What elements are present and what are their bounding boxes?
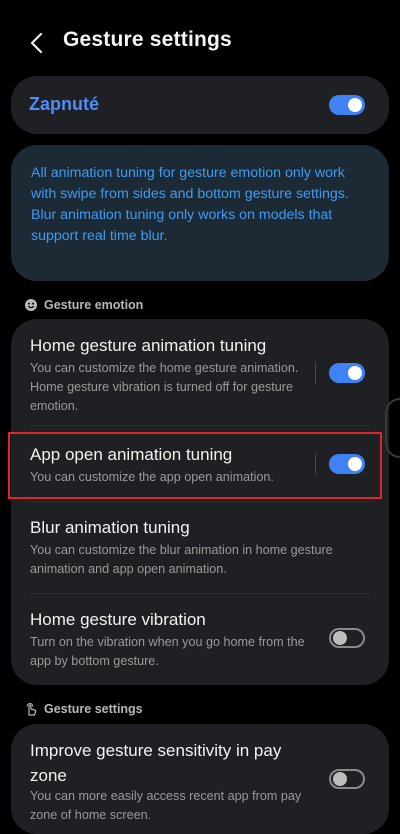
smiley-icon bbox=[25, 299, 37, 311]
master-toggle[interactable] bbox=[329, 95, 365, 115]
master-switch-label: Zapnuté bbox=[29, 94, 99, 114]
setting-title: Home gesture vibration bbox=[30, 610, 206, 629]
toggle-knob bbox=[348, 366, 362, 380]
setting-row-home-gesture-animation[interactable]: Home gesture animation tuning You can cu… bbox=[11, 319, 389, 425]
edge-panel-handle[interactable] bbox=[385, 398, 400, 458]
page-title: Gesture settings bbox=[63, 28, 232, 51]
home-gesture-vibration-toggle[interactable] bbox=[329, 628, 365, 648]
setting-row-blur-animation[interactable]: Blur animation tuning You can customize … bbox=[11, 501, 389, 593]
gesture-hand-icon bbox=[26, 703, 37, 716]
toggle-knob bbox=[348, 98, 362, 112]
setting-title: Improve gesture sensitivity in pay zone bbox=[30, 741, 282, 785]
gesture-settings-group: Improve gesture sensitivity in pay zone … bbox=[11, 724, 389, 834]
setting-row-pay-zone-sensitivity[interactable]: Improve gesture sensitivity in pay zone … bbox=[11, 724, 389, 834]
app-header: Gesture settings bbox=[0, 0, 400, 84]
setting-description: Turn on the vibration when you go home f… bbox=[30, 635, 305, 668]
setting-description: You can customize the blur animation in … bbox=[30, 543, 333, 576]
setting-row-home-gesture-vibration[interactable]: Home gesture vibration Turn on the vibra… bbox=[11, 593, 389, 685]
setting-description: You can customize the home gesture anima… bbox=[30, 361, 299, 413]
section-title: Gesture emotion bbox=[44, 298, 144, 312]
pay-zone-sensitivity-toggle[interactable] bbox=[329, 769, 365, 789]
home-gesture-animation-toggle[interactable] bbox=[329, 363, 365, 383]
toggle-knob bbox=[333, 772, 347, 786]
back-arrow-icon[interactable] bbox=[26, 31, 48, 55]
vertical-separator bbox=[315, 362, 316, 384]
info-card: All animation tuning for gesture emotion… bbox=[11, 145, 389, 281]
setting-title: Home gesture animation tuning bbox=[30, 336, 267, 355]
section-title: Gesture settings bbox=[44, 702, 143, 716]
section-header-gesture-emotion: Gesture emotion bbox=[24, 296, 143, 314]
setting-title: Blur animation tuning bbox=[30, 518, 190, 537]
master-switch-card[interactable]: Zapnuté bbox=[11, 76, 389, 134]
gesture-emotion-group: Home gesture animation tuning You can cu… bbox=[11, 319, 389, 685]
toggle-knob bbox=[333, 631, 347, 645]
info-text: All animation tuning for gesture emotion… bbox=[31, 165, 349, 244]
highlight-box bbox=[8, 432, 382, 499]
section-header-gesture-settings: Gesture settings bbox=[24, 700, 143, 718]
setting-description: You can more easily access recent app fr… bbox=[30, 789, 302, 822]
